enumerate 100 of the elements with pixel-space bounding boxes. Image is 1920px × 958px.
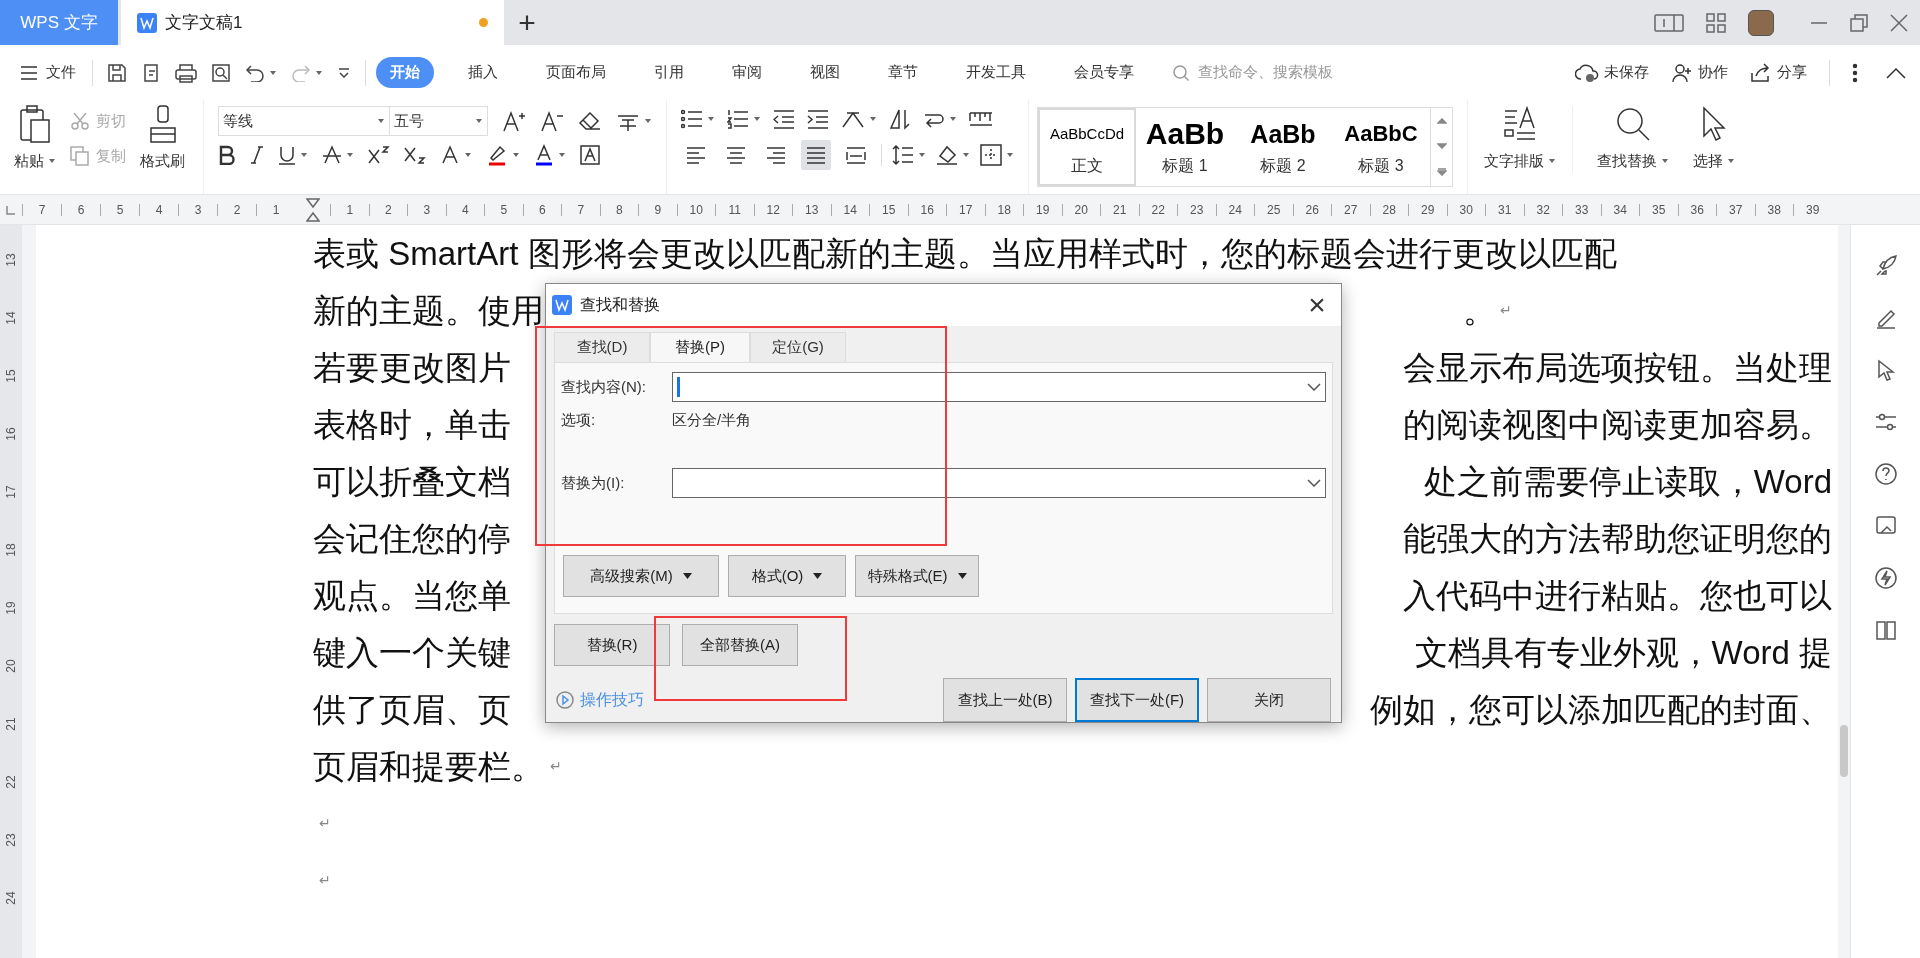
dialog-footer-button[interactable]: 查找下一处(F) [1075,678,1199,722]
magnifier-icon[interactable] [1615,106,1651,142]
font-name-field[interactable]: 等线 [218,106,390,136]
dialog-tab[interactable]: 定位(G) [750,332,846,362]
scrollbar-thumb[interactable] [1840,725,1848,777]
italic-icon[interactable] [250,145,264,165]
caret-icon[interactable] [1548,158,1556,165]
caret-icon[interactable] [48,158,56,165]
screen-mode-icon[interactable] [1654,12,1684,33]
caret-icon[interactable] [315,69,323,76]
apps-grid-icon[interactable] [1706,12,1726,33]
subscript-icon[interactable] [404,145,426,165]
caret-icon[interactable] [644,118,652,124]
caret-icon[interactable] [1661,158,1669,165]
more-options-icon[interactable] [1852,62,1858,83]
caret-icon[interactable] [558,152,566,158]
dropdown-icon[interactable] [1307,479,1321,487]
caret-icon[interactable] [753,116,761,122]
file-menu[interactable]: 文件 [20,61,76,84]
undo-icon[interactable] [245,63,265,82]
caret-icon[interactable] [707,116,715,122]
expand-gallery-icon[interactable] [1436,168,1447,177]
dropdown-caret-icon[interactable] [957,573,967,579]
format-painter-button[interactable]: 格式刷 [140,104,185,173]
ribbon-tab[interactable]: 视图 [796,57,854,88]
character-border-icon[interactable] [580,145,600,165]
highlighter-icon[interactable] [486,144,508,166]
replace-button[interactable]: 替换(R) [554,624,670,666]
search-icon[interactable] [1172,63,1190,82]
ruler-icon[interactable] [969,111,993,127]
cursor-icon[interactable] [1701,106,1727,142]
share-icon[interactable] [1750,62,1772,83]
book-icon[interactable] [1874,619,1897,641]
ribbon-tab[interactable]: 页面布局 [532,57,620,88]
paintbrush-icon[interactable] [147,104,178,144]
pen-icon[interactable] [1874,307,1897,329]
indent-marker-icon[interactable] [305,197,320,222]
underline-icon[interactable] [278,145,296,165]
find-replace-button[interactable]: 查找替换 [1597,106,1669,173]
option-dropdown-button[interactable]: 特殊格式(E) [855,555,979,597]
lightning-icon[interactable] [1874,567,1897,589]
ribbon-tab[interactable]: 会员专享 [1060,57,1148,88]
caret-icon[interactable] [1006,152,1014,158]
play-circle-icon[interactable] [556,691,574,709]
add-user-icon[interactable] [1671,62,1693,83]
dropdown-icon[interactable] [1307,383,1321,391]
text-effect-icon[interactable] [440,145,460,165]
restore-icon[interactable] [1850,13,1868,32]
replace-input-field[interactable] [672,468,1326,498]
strikethrough-icon[interactable] [322,145,342,165]
collapse-ribbon-icon[interactable] [1886,66,1906,79]
caret-icon[interactable] [949,116,957,122]
document-tab[interactable]: 文字文稿1 [121,0,504,45]
text-layout-button[interactable]: 文字排版 [1484,106,1573,173]
superscript-icon[interactable] [368,145,390,165]
dropdown-caret-icon[interactable] [682,573,692,579]
caret-icon[interactable] [377,118,385,124]
close-icon[interactable] [1890,13,1908,32]
caret-icon[interactable] [300,152,308,158]
style-preset[interactable]: AaBbC 标题 3 [1332,108,1430,186]
line-spacing-icon[interactable] [892,144,914,166]
ribbon-tab[interactable]: 审阅 [718,57,776,88]
command-search-field[interactable]: 查找命令、搜索模板 [1172,61,1378,84]
scroll-down-icon[interactable] [1436,143,1447,149]
text-direction-icon[interactable] [841,109,865,129]
select-button[interactable]: 选择 [1693,106,1735,173]
collaborate-button[interactable]: 协作 [1671,61,1728,84]
print-preview-icon[interactable] [211,62,231,83]
caret-icon[interactable] [918,152,926,158]
share-button[interactable]: 分享 [1750,61,1807,84]
sliders-icon[interactable] [1874,411,1897,433]
clipboard-icon[interactable] [19,104,51,144]
dialog-tab[interactable]: 查找(D) [554,332,650,362]
paste-button[interactable]: 粘贴 [14,104,56,173]
caret-icon[interactable] [475,118,483,124]
dialog-footer-button[interactable]: 关闭 [1207,678,1331,722]
save-icon[interactable] [107,62,127,83]
dialog-footer-button[interactable]: 查找上一处(B) [943,678,1067,722]
style-preset[interactable]: AaBbCcDd 正文 [1038,108,1136,186]
new-tab-button[interactable]: + [504,0,550,45]
option-dropdown-button[interactable]: 高级搜索(M) [563,555,719,597]
font-size-field[interactable]: 五号 [390,106,488,136]
font-color-icon[interactable] [534,144,554,166]
caret-icon[interactable] [962,152,970,158]
print-icon[interactable] [175,62,197,83]
menu-icon[interactable] [20,65,38,80]
ribbon-tab[interactable]: 引用 [640,57,698,88]
increase-indent-icon[interactable] [807,109,829,129]
caret-icon[interactable] [869,116,877,122]
ribbon-tab[interactable]: 插入 [454,57,512,88]
numbered-list-icon[interactable] [727,109,749,129]
image-edit-icon[interactable] [1874,515,1897,537]
dialog-close-button[interactable]: × [1299,290,1335,320]
dropdown-caret-icon[interactable] [813,573,823,579]
bullet-list-icon[interactable] [681,109,703,129]
export-icon[interactable] [141,62,161,83]
caret-icon[interactable] [346,152,354,158]
style-preset[interactable]: AaBb 标题 1 [1136,108,1234,186]
shrink-font-icon[interactable] [540,110,564,132]
text-layout-icon[interactable] [1502,106,1538,142]
